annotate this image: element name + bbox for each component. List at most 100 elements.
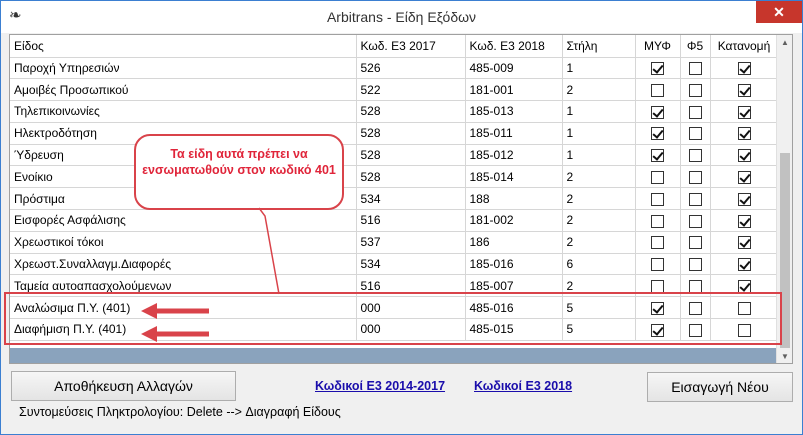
cell-myf	[635, 209, 681, 232]
table-row[interactable]: Πρόστιμα 534 188 2	[10, 187, 779, 211]
checkbox-katanomi[interactable]	[737, 236, 751, 250]
checkbox-f5[interactable]	[688, 236, 702, 250]
column-header-f5[interactable]: Φ5	[680, 35, 711, 58]
cell-eidos[interactable]: Εισφορές Ασφάλισης	[10, 209, 357, 232]
cell-stili[interactable]: 1	[562, 100, 636, 123]
link-e3-codes-2018[interactable]: Κωδικοί Ε3 2018	[474, 379, 572, 393]
checkbox-f5[interactable]	[688, 258, 702, 272]
table-row[interactable]: Αμοιβές Προσωπικού 522 181-001 2	[10, 78, 779, 102]
annotation-callout: Τα είδη αυτά πρέπει να ενσωματωθούν στον…	[134, 134, 344, 210]
cell-myf	[635, 231, 681, 254]
column-header-myf[interactable]: ΜΥΦ	[635, 35, 681, 58]
checkbox-katanomi[interactable]	[737, 171, 751, 185]
cell-e3-2018[interactable]: 185-016	[465, 253, 563, 276]
checkbox-katanomi[interactable]	[737, 105, 751, 119]
cell-katanomi	[710, 187, 779, 211]
cell-e3-2017[interactable]: 528	[356, 165, 466, 189]
checkbox-myf[interactable]	[651, 171, 664, 185]
checkbox-katanomi[interactable]	[737, 214, 751, 228]
cell-e3-2018[interactable]: 185-012	[465, 144, 563, 167]
checkbox-katanomi[interactable]	[737, 149, 751, 163]
link-e3-codes-2014-2017[interactable]: Κωδικοί Ε3 2014-2017	[315, 379, 445, 393]
checkbox-katanomi[interactable]	[737, 192, 751, 206]
column-header-eidos[interactable]: Είδος	[10, 35, 357, 58]
table-row[interactable]: Ενοίκιο 528 185-014 2	[10, 165, 779, 189]
cell-eidos[interactable]: Παροχή Υπηρεσιών	[10, 57, 357, 80]
cell-e3-2018[interactable]: 181-002	[465, 209, 563, 232]
save-changes-button[interactable]: Αποθήκευση Αλλαγών	[11, 371, 236, 401]
table-row[interactable]: Παροχή Υπηρεσιών 526 485-009 1	[10, 57, 779, 80]
column-header-e3-2017[interactable]: Κωδ. Ε3 2017	[356, 35, 466, 58]
checkbox-katanomi[interactable]	[737, 127, 751, 141]
scroll-up-icon[interactable]: ▲	[777, 35, 792, 51]
cell-e3-2018[interactable]: 185-011	[465, 122, 563, 145]
checkbox-myf[interactable]	[651, 192, 664, 206]
column-header-stili[interactable]: Στήλη	[562, 35, 636, 58]
cell-stili[interactable]: 1	[562, 144, 636, 167]
cell-stili[interactable]: 1	[562, 57, 636, 80]
cell-e3-2017[interactable]: 534	[356, 253, 466, 276]
cell-e3-2018[interactable]: 485-009	[465, 57, 563, 80]
table-row[interactable]: Ηλεκτροδότηση 528 185-011 1	[10, 122, 779, 145]
cell-e3-2017[interactable]: 526	[356, 57, 466, 80]
column-header-e3-2018[interactable]: Κωδ. Ε3 2018	[465, 35, 563, 58]
checkbox-f5[interactable]	[688, 105, 702, 119]
checkbox-myf[interactable]	[651, 105, 664, 119]
cell-f5	[680, 78, 711, 102]
highlight-rectangle	[4, 292, 782, 345]
close-button[interactable]: ✕	[756, 1, 802, 23]
cell-f5	[680, 122, 711, 145]
checkbox-f5[interactable]	[688, 62, 702, 76]
checkbox-myf[interactable]	[651, 149, 664, 163]
table-row[interactable]: Εισφορές Ασφάλισης 516 181-002 2	[10, 209, 779, 232]
cell-stili[interactable]: 1	[562, 122, 636, 145]
checkbox-f5[interactable]	[688, 83, 702, 97]
callout-pointer-icon	[258, 207, 280, 295]
cell-e3-2018[interactable]: 188	[465, 187, 563, 211]
table-row[interactable]: Χρεωστικοί τόκοι 537 186 2	[10, 231, 779, 254]
cell-e3-2017[interactable]: 528	[356, 144, 466, 167]
cell-stili[interactable]: 2	[562, 165, 636, 189]
cell-e3-2018[interactable]: 186	[465, 231, 563, 254]
cell-eidos[interactable]: Χρεωστικοί τόκοι	[10, 231, 357, 254]
checkbox-katanomi[interactable]	[737, 258, 751, 272]
cell-e3-2017[interactable]: 534	[356, 187, 466, 211]
checkbox-f5[interactable]	[688, 171, 702, 185]
table-row[interactable]: Τηλεπικοινωνίες 528 185-013 1	[10, 100, 779, 123]
checkbox-myf[interactable]	[651, 62, 664, 76]
checkbox-myf[interactable]	[651, 236, 664, 250]
cell-e3-2018[interactable]: 185-014	[465, 165, 563, 189]
cell-e3-2017[interactable]: 528	[356, 122, 466, 145]
cell-e3-2017[interactable]: 537	[356, 231, 466, 254]
cell-eidos[interactable]: Χρεωστ.Συναλλαγμ.Διαφορές	[10, 253, 357, 276]
column-header-katanomi[interactable]: Κατανομή	[710, 35, 779, 58]
table-row[interactable]: Ύδρευση 528 185-012 1	[10, 144, 779, 167]
cell-stili[interactable]: 2	[562, 209, 636, 232]
cell-stili[interactable]: 2	[562, 78, 636, 102]
cell-eidos[interactable]: Αμοιβές Προσωπικού	[10, 78, 357, 102]
checkbox-katanomi[interactable]	[737, 62, 751, 76]
checkbox-myf[interactable]	[651, 83, 664, 97]
cell-f5	[680, 253, 711, 276]
cell-stili[interactable]: 2	[562, 187, 636, 211]
checkbox-katanomi[interactable]	[737, 83, 751, 97]
cell-e3-2018[interactable]: 181-001	[465, 78, 563, 102]
checkbox-f5[interactable]	[688, 192, 702, 206]
checkbox-myf[interactable]	[651, 214, 664, 228]
checkbox-f5[interactable]	[688, 127, 702, 141]
cell-stili[interactable]: 6	[562, 253, 636, 276]
checkbox-f5[interactable]	[688, 149, 702, 163]
cell-e3-2017[interactable]: 516	[356, 209, 466, 232]
scroll-down-icon[interactable]: ▼	[777, 349, 792, 363]
cell-e3-2017[interactable]: 522	[356, 78, 466, 102]
grid-new-row-area[interactable]	[10, 348, 778, 363]
checkbox-f5[interactable]	[688, 214, 702, 228]
cell-e3-2017[interactable]: 528	[356, 100, 466, 123]
cell-stili[interactable]: 2	[562, 231, 636, 254]
cell-eidos[interactable]: Τηλεπικοινωνίες	[10, 100, 357, 123]
checkbox-myf[interactable]	[651, 258, 664, 272]
add-new-button[interactable]: Εισαγωγή Νέου	[647, 372, 793, 402]
checkbox-myf[interactable]	[651, 127, 664, 141]
table-row[interactable]: Χρεωστ.Συναλλαγμ.Διαφορές 534 185-016 6	[10, 253, 779, 276]
cell-e3-2018[interactable]: 185-013	[465, 100, 563, 123]
